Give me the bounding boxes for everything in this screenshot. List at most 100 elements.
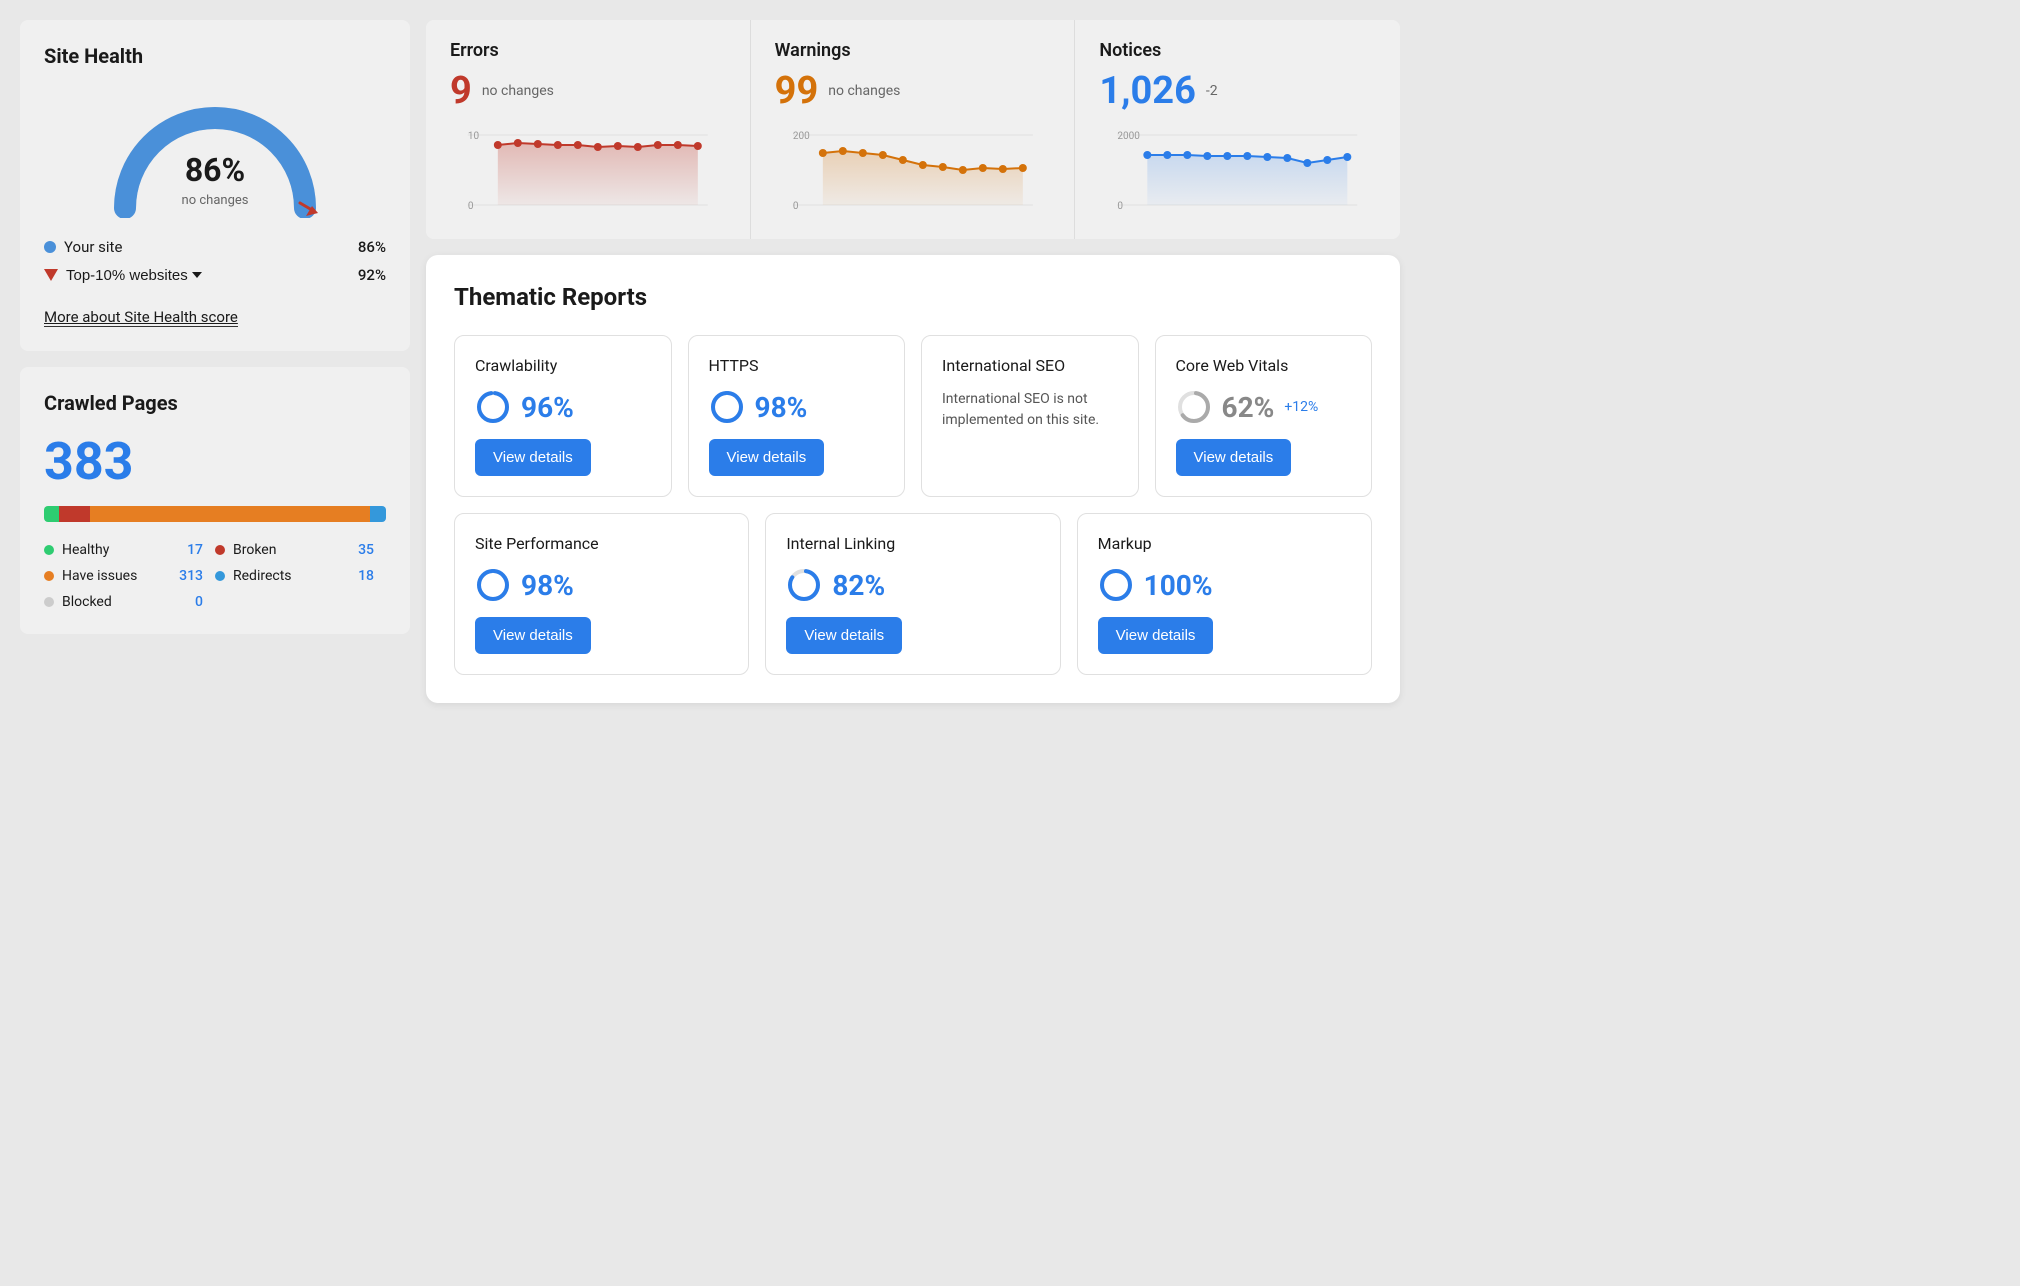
cwv-score-icon <box>1176 389 1212 425</box>
errors-chart: 10 0 <box>450 125 726 215</box>
errors-value: 9 <box>450 69 472 113</box>
dot-redirects <box>215 571 225 581</box>
metrics-row: Errors 9 no changes 10 0 <box>426 20 1400 239</box>
svg-text:2000: 2000 <box>1118 131 1141 142</box>
segment-broken <box>59 506 90 522</box>
cwv-score: 62% <box>1222 391 1275 424</box>
more-link[interactable]: More about Site Health score <box>44 308 238 327</box>
segment-issues <box>90 506 369 522</box>
legend-broken: Broken 35 <box>215 542 386 558</box>
legend-redirects: Redirects 18 <box>215 568 386 584</box>
report-international-seo: International SEO International SEO is n… <box>921 335 1139 497</box>
crawlability-score: 96% <box>521 391 574 424</box>
errors-change: no changes <box>482 83 554 99</box>
markup-score: 100% <box>1144 569 1213 602</box>
intl-seo-desc: International SEO is not implemented on … <box>942 389 1118 431</box>
site-health-title: Site Health <box>44 44 386 68</box>
svg-text:0: 0 <box>792 201 798 212</box>
segment-redirects <box>370 506 386 522</box>
thematic-reports-title: Thematic Reports <box>454 283 1372 311</box>
cwv-score-change: +12% <box>1284 399 1318 415</box>
your-site-label: Your site <box>64 238 122 256</box>
legend-your-site: Your site 86% <box>44 238 386 256</box>
errors-card: Errors 9 no changes 10 0 <box>426 20 751 239</box>
https-score: 98% <box>755 391 808 424</box>
dot-blocked <box>44 597 54 607</box>
intl-seo-name: International SEO <box>942 356 1118 375</box>
notices-change: -2 <box>1206 83 1218 99</box>
notices-value: 1,026 <box>1099 69 1196 113</box>
dot-healthy <box>44 545 54 555</box>
warnings-change: no changes <box>828 83 900 99</box>
site-perf-score-icon <box>475 567 511 603</box>
report-site-performance: Site Performance 98% View details <box>454 513 749 675</box>
legend-issues: Have issues 313 <box>44 568 215 584</box>
svg-text:0: 0 <box>468 201 474 212</box>
notices-card: Notices 1,026 -2 2000 0 <box>1075 20 1400 239</box>
label-blocked: Blocked <box>62 594 112 610</box>
segment-healthy <box>44 506 59 522</box>
val-blocked: 0 <box>195 594 203 610</box>
svg-text:0: 0 <box>1118 201 1124 212</box>
https-score-icon <box>709 389 745 425</box>
reports-row2: Site Performance 98% View details Intern… <box>454 513 1372 675</box>
cwv-view-details[interactable]: View details <box>1176 439 1292 476</box>
top10-triangle <box>44 269 58 281</box>
notices-chart: 2000 0 <box>1099 125 1376 215</box>
val-broken: 35 <box>358 542 374 558</box>
your-site-value: 86% <box>358 238 386 256</box>
warnings-label: Warnings <box>775 40 1051 61</box>
markup-view-details[interactable]: View details <box>1098 617 1214 654</box>
top10-value: 92% <box>358 266 386 284</box>
report-internal-linking: Internal Linking 82% View details <box>765 513 1060 675</box>
dot-broken <box>215 545 225 555</box>
report-core-web-vitals: Core Web Vitals 62% +12% View details <box>1155 335 1373 497</box>
https-view-details[interactable]: View details <box>709 439 825 476</box>
site-perf-view-details[interactable]: View details <box>475 617 591 654</box>
crawlability-name: Crawlability <box>475 356 651 375</box>
thematic-reports-card: Thematic Reports Crawlability 96% View d… <box>426 255 1400 703</box>
label-healthy: Healthy <box>62 542 109 558</box>
int-link-score-icon <box>786 567 822 603</box>
site-health-card: Site Health 86% no changes <box>20 20 410 351</box>
int-link-name: Internal Linking <box>786 534 1039 553</box>
top10-chevron <box>192 272 202 278</box>
crawlability-score-icon <box>475 389 511 425</box>
warnings-chart: 200 0 <box>775 125 1051 215</box>
val-issues: 313 <box>179 568 203 584</box>
legend-healthy: Healthy 17 <box>44 542 215 558</box>
label-broken: Broken <box>233 542 276 558</box>
label-issues: Have issues <box>62 568 137 584</box>
gauge-percent: 86% <box>182 151 249 189</box>
crawled-pages-count: 383 <box>44 431 386 492</box>
site-perf-name: Site Performance <box>475 534 728 553</box>
gauge-text: 86% no changes <box>182 151 249 208</box>
errors-label: Errors <box>450 40 726 61</box>
crawled-pages-title: Crawled Pages <box>44 391 386 415</box>
val-healthy: 17 <box>187 542 203 558</box>
https-name: HTTPS <box>709 356 885 375</box>
int-link-view-details[interactable]: View details <box>786 617 902 654</box>
top10-label: Top-10% websites <box>66 267 188 284</box>
svg-text:10: 10 <box>468 131 480 142</box>
cwv-name: Core Web Vitals <box>1176 356 1352 375</box>
label-redirects: Redirects <box>233 568 292 584</box>
gauge-container: 86% no changes <box>44 88 386 218</box>
val-redirects: 18 <box>358 568 374 584</box>
notices-label: Notices <box>1099 40 1376 61</box>
crawled-progress-bar <box>44 506 386 522</box>
your-site-dot <box>44 241 56 253</box>
crawled-legend: Healthy 17 Broken 35 Have issues <box>44 542 386 610</box>
crawlability-view-details[interactable]: View details <box>475 439 591 476</box>
int-link-score: 82% <box>832 569 885 602</box>
reports-row1: Crawlability 96% View details HTTPS <box>454 335 1372 497</box>
gauge-subtext: no changes <box>182 193 249 208</box>
top10-button[interactable]: Top-10% websites <box>66 267 202 284</box>
crawled-pages-card: Crawled Pages 383 Healthy 17 <box>20 367 410 634</box>
warnings-card: Warnings 99 no changes 200 0 <box>751 20 1076 239</box>
report-crawlability: Crawlability 96% View details <box>454 335 672 497</box>
report-https: HTTPS 98% View details <box>688 335 906 497</box>
site-perf-score: 98% <box>521 569 574 602</box>
markup-name: Markup <box>1098 534 1351 553</box>
legend-blocked: Blocked 0 <box>44 594 215 610</box>
